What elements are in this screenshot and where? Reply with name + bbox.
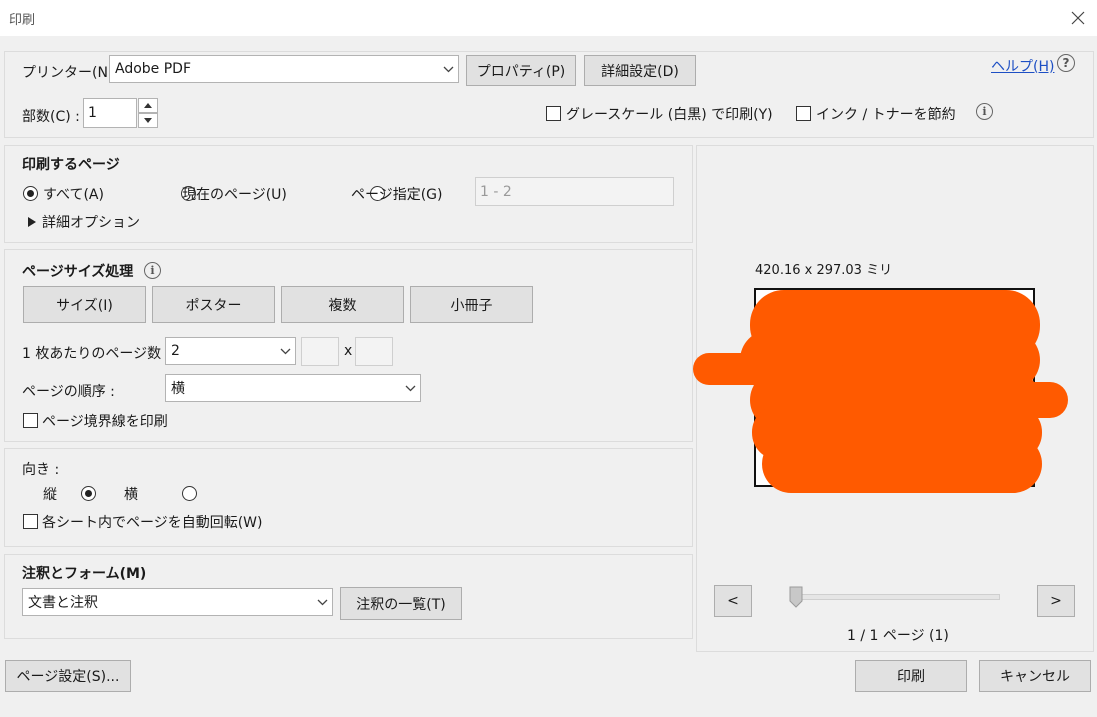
printer-select-value: Adobe PDF	[115, 61, 192, 77]
auto-rotate-checkbox[interactable]	[23, 514, 38, 529]
comments-forms-select[interactable]: 文書と注釈	[22, 588, 333, 616]
info-icon[interactable]: i	[144, 262, 161, 279]
cancel-button[interactable]: キャンセル	[979, 660, 1091, 692]
custom-rows-input[interactable]	[355, 337, 393, 366]
landscape-label: 横	[124, 487, 138, 503]
redaction-mark	[693, 290, 1068, 493]
pages-per-sheet-select[interactable]: 2	[165, 337, 296, 365]
save-ink-label: インク / トナーを節約	[816, 107, 956, 123]
page-slider-handle[interactable]	[789, 586, 803, 608]
next-page-button[interactable]: >	[1037, 585, 1075, 617]
triangle-right-icon	[28, 217, 36, 227]
chevron-down-icon	[312, 589, 332, 615]
portrait-label: 縦	[43, 487, 57, 503]
advanced-button[interactable]: 詳細設定(D)	[584, 55, 696, 86]
custom-columns-input[interactable]	[301, 337, 339, 366]
grayscale-checkbox[interactable]	[546, 106, 561, 121]
print-button[interactable]: 印刷	[855, 660, 967, 692]
orientation-panel	[4, 448, 693, 547]
print-border-label: ページ境界線を印刷	[42, 414, 168, 430]
all-pages-label: すべて(A)	[43, 187, 104, 203]
info-icon[interactable]: i	[976, 103, 993, 120]
page-sizing-heading: ページサイズ処理	[22, 264, 134, 280]
chevron-down-icon	[438, 56, 458, 82]
properties-button[interactable]: プロパティ(P)	[466, 55, 576, 86]
help-icon[interactable]: ?	[1057, 54, 1075, 72]
arrow-up-icon	[144, 103, 152, 108]
comments-forms-heading: 注釈とフォーム(M)	[22, 566, 147, 582]
more-options-label: 詳細オプション	[42, 215, 140, 231]
times-label: x	[344, 343, 353, 359]
title-bar	[0, 0, 1097, 36]
multiple-button[interactable]: 複数	[281, 286, 404, 323]
page-order-label: ページの順序 :	[22, 384, 115, 400]
close-icon[interactable]	[1064, 4, 1092, 32]
save-ink-checkbox[interactable]	[796, 106, 811, 121]
paper-size-text: 420.16 x 297.03 ミリ	[755, 263, 893, 278]
page-setup-button[interactable]: ページ設定(S)...	[5, 660, 131, 692]
copies-label: 部数(C) :	[22, 109, 80, 125]
comments-forms-value: 文書と注釈	[28, 595, 98, 611]
landscape-radio[interactable]	[181, 486, 197, 501]
more-options-toggle[interactable]: 詳細オプション	[28, 212, 140, 232]
window-title: 印刷	[9, 13, 36, 28]
chevron-down-icon	[275, 338, 295, 364]
booklet-button[interactable]: 小冊子	[410, 286, 533, 323]
orientation-heading: 向き :	[22, 462, 60, 478]
page-range-input[interactable]: 1 - 2	[475, 177, 674, 206]
printer-label: プリンター(N) :	[22, 65, 123, 81]
grayscale-label: グレースケール (白黒) で印刷(Y)	[566, 107, 773, 123]
page-order-select[interactable]: 横	[165, 374, 421, 402]
chevron-down-icon	[400, 375, 420, 401]
print-border-checkbox[interactable]	[23, 413, 38, 428]
poster-button[interactable]: ポスター	[152, 286, 275, 323]
pages-per-sheet-label: 1 枚あたりのページ数 :	[22, 346, 171, 362]
pages-to-print-heading: 印刷するページ	[22, 157, 120, 173]
printer-select[interactable]: Adobe PDF	[109, 55, 459, 83]
page-order-value: 横	[171, 381, 185, 397]
copies-input[interactable]: 1	[83, 98, 137, 128]
help-link[interactable]: ヘルプ(H)	[991, 56, 1054, 76]
auto-rotate-label: 各シート内でページを自動回転(W)	[42, 515, 263, 531]
previous-page-button[interactable]: <	[714, 585, 752, 617]
copies-increment-button[interactable]	[138, 98, 158, 113]
page-slider-track[interactable]	[790, 594, 1000, 600]
copies-decrement-button[interactable]	[138, 113, 158, 128]
current-page-label: 現在のページ(U)	[182, 187, 287, 203]
pages-per-sheet-value: 2	[171, 343, 180, 359]
arrow-down-icon	[144, 118, 152, 123]
size-button[interactable]: サイズ(I)	[23, 286, 146, 323]
summarize-comments-button[interactable]: 注釈の一覧(T)	[340, 587, 462, 620]
page-indicator: 1 / 1 ページ (1)	[847, 628, 949, 644]
all-pages-radio[interactable]	[23, 186, 38, 201]
page-range-label: ページ指定(G)	[351, 187, 443, 203]
